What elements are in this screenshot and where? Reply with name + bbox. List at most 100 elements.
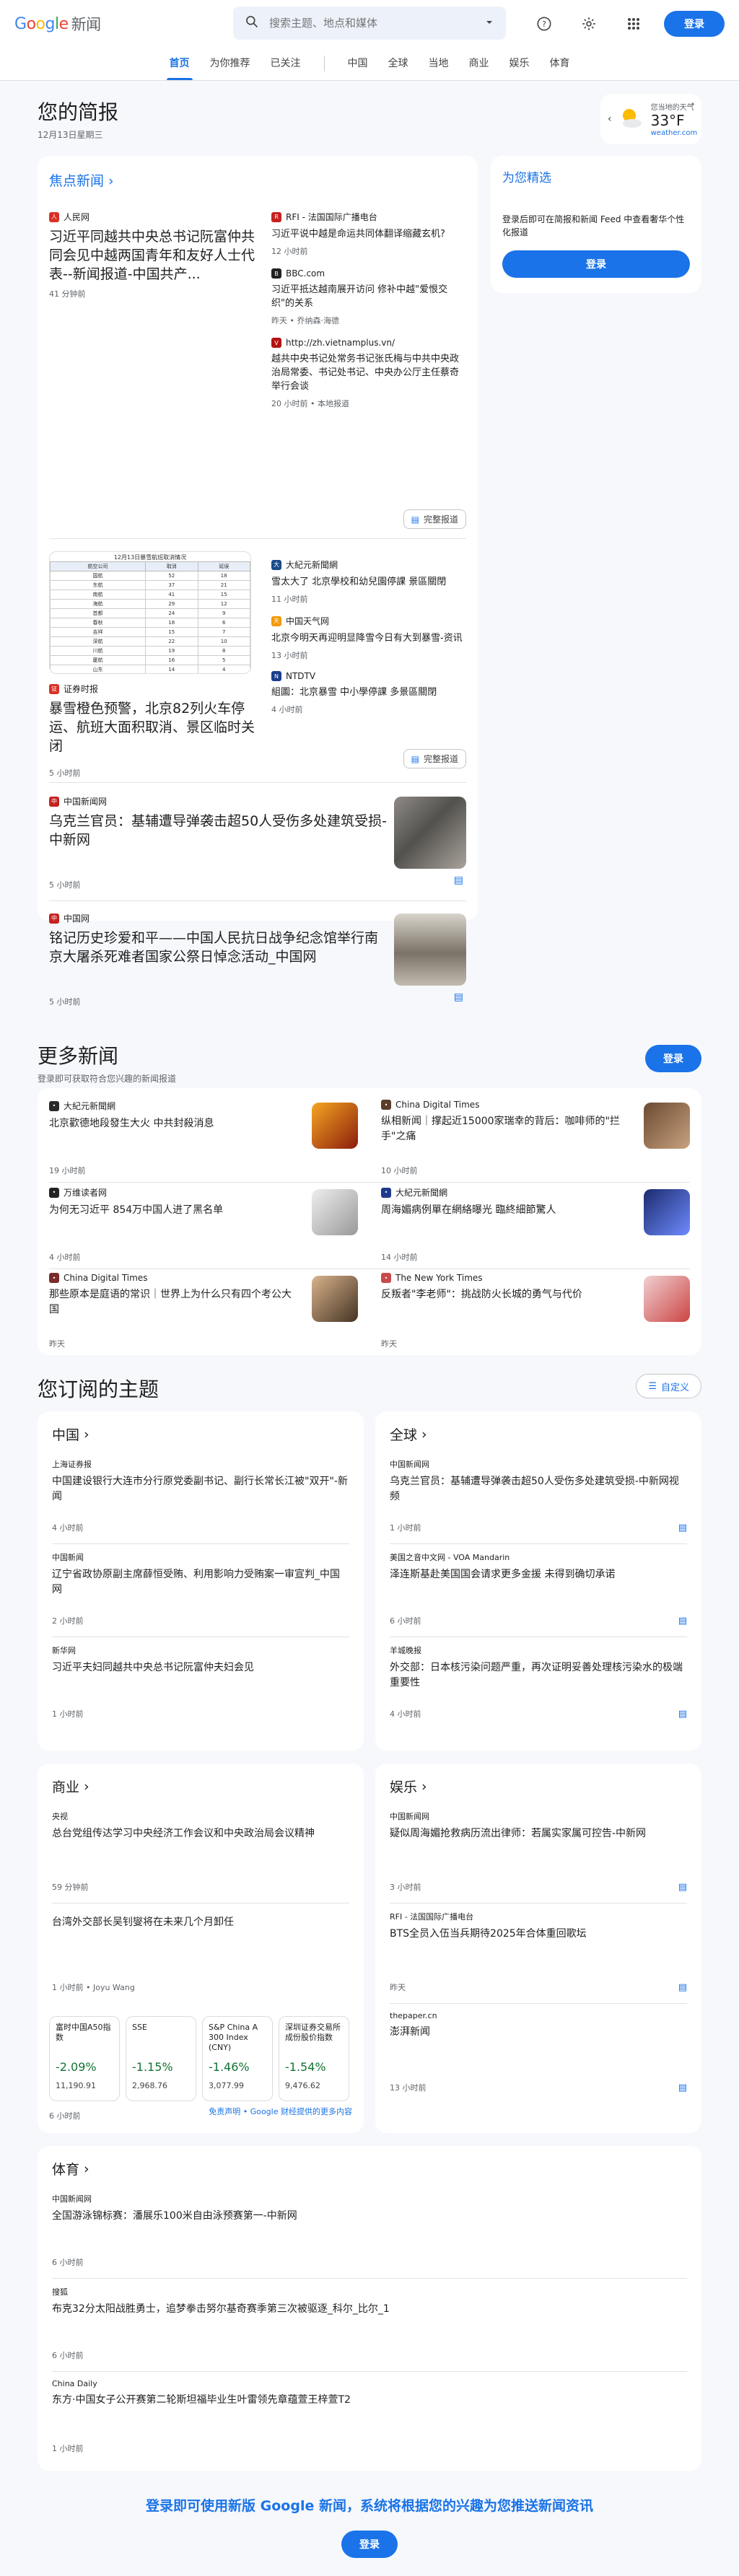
full-coverage-icon[interactable]: ▤ bbox=[454, 875, 463, 886]
weather-settings-icon[interactable]: ✦ bbox=[690, 101, 696, 109]
related-title[interactable]: 組圖：北京暴雪 中小學停課 多景區關閉 bbox=[271, 685, 466, 699]
story-title[interactable]: 周海媚病例單在網絡曝光 臨終細節驚人 bbox=[381, 1203, 626, 1218]
table-cell: 首都 bbox=[50, 608, 147, 618]
table-header: 取消 bbox=[145, 561, 198, 571]
full-coverage-button[interactable]: ▤ 完整报道 bbox=[403, 509, 466, 529]
tab-sports[interactable]: 体育 bbox=[540, 56, 580, 80]
topic-link-entertainment[interactable]: 娱乐 › bbox=[375, 1764, 701, 1803]
table-cell: 10 bbox=[197, 636, 250, 647]
finance-disclaimer-link[interactable]: 免责声明 • Google 财经提供的更多内容 bbox=[209, 2106, 352, 2117]
story-title[interactable]: 习近平同越共中央总书记阮富仲共同会见中越两国青年和友好人士代表--新闻报道-中国… bbox=[49, 227, 258, 284]
stock-value: 11,190.91 bbox=[56, 2081, 96, 2090]
tab-for-you[interactable]: 为你推荐 bbox=[200, 56, 261, 80]
stock-tile[interactable]: S&P China A 300 Index (CNY) -1.46% 3,077.9… bbox=[202, 2016, 273, 2101]
related-title[interactable]: 雪太大了 北京學校和幼兒園停課 景區關閉 bbox=[271, 575, 466, 589]
chevron-down-icon[interactable] bbox=[484, 17, 494, 30]
section-tabs: 首页 为你推荐 已关注 中国 全球 当地 商业 娱乐 体育 bbox=[0, 48, 739, 81]
chevron-left-icon[interactable]: ‹ bbox=[608, 113, 612, 125]
tab-entertainment[interactable]: 娱乐 bbox=[499, 56, 540, 80]
apps-grid-icon[interactable] bbox=[619, 9, 648, 38]
story-title[interactable]: 疑似周海媚抢救病历流出律师：若属实家属可控告-中新网 bbox=[390, 1826, 687, 1841]
topic-link-sports[interactable]: 体育 › bbox=[38, 2146, 701, 2186]
topic-story: 台湾外交部长吴钊燮将在未来几个月卸任 1 小时前 • Joyu Wang bbox=[38, 1903, 364, 2003]
top-stories-link[interactable]: 焦点新闻 › bbox=[49, 170, 114, 190]
search-icon[interactable] bbox=[245, 14, 259, 32]
tab-local[interactable]: 当地 bbox=[419, 56, 459, 80]
stock-name: S&P China A 300 Index (CNY) bbox=[209, 2023, 258, 2052]
tab-home[interactable]: 首页 bbox=[159, 56, 200, 80]
tab-following[interactable]: 已关注 bbox=[261, 56, 311, 80]
related-title[interactable]: 习近平抵达越南展开访问 修补中越"爱恨交织"的关系 bbox=[271, 283, 466, 310]
related-title[interactable]: 习近平说中越是命运共同体翻译缩藏玄机? bbox=[271, 227, 466, 241]
table-cell: 37 bbox=[145, 580, 198, 590]
story-title[interactable]: 铭记历史珍爱和平——中国人民抗日战争纪念馆举行南京大屠杀死难者国家公祭日悼念活动… bbox=[49, 929, 388, 966]
related-time: 昨天 • 乔纳森·海德 bbox=[271, 316, 339, 325]
story-source: 美国之音中文网 - VOA Mandarin bbox=[390, 1553, 510, 1562]
full-coverage-icon[interactable]: ▤ bbox=[454, 991, 463, 1003]
story-title[interactable]: BTS全员入伍当兵期待2025年合体重回歌坛 bbox=[390, 1927, 687, 1942]
story-title[interactable]: 全国游泳锦标赛：潘展乐100米自由泳预赛第一-中新网 bbox=[52, 2209, 687, 2224]
story-title[interactable]: 台湾外交部长吴钊燮将在未来几个月卸任 bbox=[52, 1915, 349, 1930]
stock-tile[interactable]: SSE -1.15% 2,968.76 bbox=[126, 2016, 196, 2101]
story-title[interactable]: 暴雪橙色预警，北京82列火车停运、航班大面积取消、景区临时关闭 bbox=[49, 699, 258, 755]
tab-business[interactable]: 商业 bbox=[459, 56, 499, 80]
story-title[interactable]: 纵相新闻｜撑起近15000家瑞幸的背后：咖啡师的"拦手"之痛 bbox=[381, 1114, 626, 1144]
story-title[interactable]: 泽连斯基赴美国国会请求更多金援 未得到确切承诺 bbox=[390, 1567, 687, 1582]
related-title[interactable]: 北京今明天再迎明显降雪今日有大到暴雪-资讯 bbox=[271, 631, 466, 645]
divider bbox=[49, 538, 466, 539]
tab-china[interactable]: 中国 bbox=[338, 56, 378, 80]
full-coverage-icon[interactable]: ▤ bbox=[678, 1616, 687, 1626]
search-box[interactable] bbox=[233, 6, 506, 40]
story-title[interactable]: 乌克兰官员：基辅遭导弹袭击超50人受伤多处建筑受损-中新网视频 bbox=[390, 1474, 687, 1504]
related-title[interactable]: 越共中央书记处常务书记张氏梅与中共中央政治局常委、书记处书记、中央办公厅主任蔡奇… bbox=[271, 352, 466, 393]
topic-link-china[interactable]: 中国 › bbox=[38, 1411, 364, 1451]
story-title[interactable]: 东方·中国女子公开赛第二轮斯坦福毕业生叶雷领先章蕴萱王梓萱T2 bbox=[52, 2393, 687, 2408]
full-coverage-icon[interactable]: ▤ bbox=[678, 2082, 687, 2093]
story-title[interactable]: 为何无习近平 854万中国人进了黑名单 bbox=[49, 1203, 294, 1218]
help-icon[interactable]: ? bbox=[530, 9, 559, 38]
stock-tile[interactable]: 富时中国A50指数 -2.09% 11,190.91 bbox=[49, 2016, 120, 2101]
table-cell: 国航 bbox=[50, 571, 147, 581]
tab-world[interactable]: 全球 bbox=[378, 56, 419, 80]
story-title[interactable]: 那些原本是庭语的常识｜世界上为什么只有四个考公大国 bbox=[49, 1287, 294, 1318]
full-coverage-icon[interactable]: ▤ bbox=[678, 1882, 687, 1893]
story-title[interactable]: 北京歡德地段發生大火 中共封殺消息 bbox=[49, 1116, 294, 1131]
story-title[interactable]: 反叛者"李老师"：挑战防火长城的勇气与代价 bbox=[381, 1287, 626, 1302]
story-time: 6 小时前 bbox=[390, 1616, 421, 1626]
weather-widget[interactable]: ‹ 您当地的天气 33°F weather.com ✦ bbox=[600, 94, 701, 144]
full-coverage-icon[interactable]: ▤ bbox=[678, 1982, 687, 1993]
table-cell: 29 bbox=[145, 599, 198, 609]
more-news-item: • 大紀元新聞網 周海媚病例單在網絡曝光 臨終細節驚人 14 小时前 bbox=[381, 1186, 690, 1262]
story-title[interactable]: 澎湃新闻 bbox=[390, 2025, 687, 2040]
story-title[interactable]: 辽宁省政协原副主席薛恒受贿、利用影响力受贿案一审宣判_中国网 bbox=[52, 1567, 349, 1598]
google-news-logo[interactable]: Google 新闻 bbox=[14, 13, 101, 35]
story-image bbox=[312, 1276, 358, 1322]
login-button[interactable]: 登录 bbox=[664, 11, 725, 37]
full-coverage-button[interactable]: ▤ 完整报道 bbox=[403, 749, 466, 768]
story-title[interactable]: 中国建设银行大连市分行原党委副书记、副行长常长江被"双开"-新闻 bbox=[52, 1474, 349, 1504]
picks-card: 为您精选 登录后即可在简报和新闻 Feed 中查看奢华个性化报道 登录 bbox=[491, 156, 701, 293]
story-title[interactable]: 乌克兰官员：基辅遭导弹袭击超50人受伤多处建筑受损-中新网 bbox=[49, 812, 388, 849]
more-news-item: • The New York Times 反叛者"李老师"：挑战防火长城的勇气与代价… bbox=[381, 1273, 690, 1349]
customize-button[interactable]: ☰ 自定义 bbox=[636, 1374, 701, 1398]
settings-gear-icon[interactable] bbox=[574, 9, 603, 38]
topic-link-world[interactable]: 全球 › bbox=[375, 1411, 701, 1451]
snow-table-image: 12月13日暴雪航班取消情况 航空公司 取消 延误 国航 52 18 东航 37 21 南航 41 1… bbox=[49, 551, 251, 674]
more-news-login-button[interactable]: 登录 bbox=[645, 1045, 701, 1072]
story-title[interactable]: 总台党组传达学习中央经济工作会议和中央政治局会议精神 bbox=[52, 1826, 349, 1841]
story-image bbox=[312, 1189, 358, 1235]
related-story: 大大紀元新聞網 雪太大了 北京學校和幼兒園停課 景區關閉 11 小时前 bbox=[271, 558, 466, 605]
full-coverage-icon[interactable]: ▤ bbox=[678, 1523, 687, 1533]
picks-title[interactable]: 为您精选 bbox=[502, 167, 690, 185]
story-image bbox=[394, 914, 466, 986]
stock-tile[interactable]: 深圳证券交易所成份股价指数 -1.54% 9,476.62 bbox=[279, 2016, 349, 2101]
weather-source-link[interactable]: weather.com bbox=[651, 129, 698, 137]
table-cell: 东航 bbox=[50, 580, 147, 590]
search-input[interactable] bbox=[269, 17, 474, 30]
story-title[interactable]: 布克32分太阳战胜勇士，追梦拳击努尔基奇赛季第三次被驱逐_科尔_比尔_1 bbox=[52, 2302, 687, 2317]
stock-name: SSE bbox=[132, 2023, 147, 2032]
footer-login-button[interactable]: 登录 bbox=[341, 2531, 398, 2558]
topic-link-business[interactable]: 商业 › bbox=[38, 1764, 364, 1803]
picks-login-button[interactable]: 登录 bbox=[502, 250, 690, 278]
topic-list: 中国新闻网 疑似周海媚抢救病历流出律师：若属实家属可控告-中新网 3 小时前 ▤ RFI… bbox=[375, 1803, 701, 2103]
